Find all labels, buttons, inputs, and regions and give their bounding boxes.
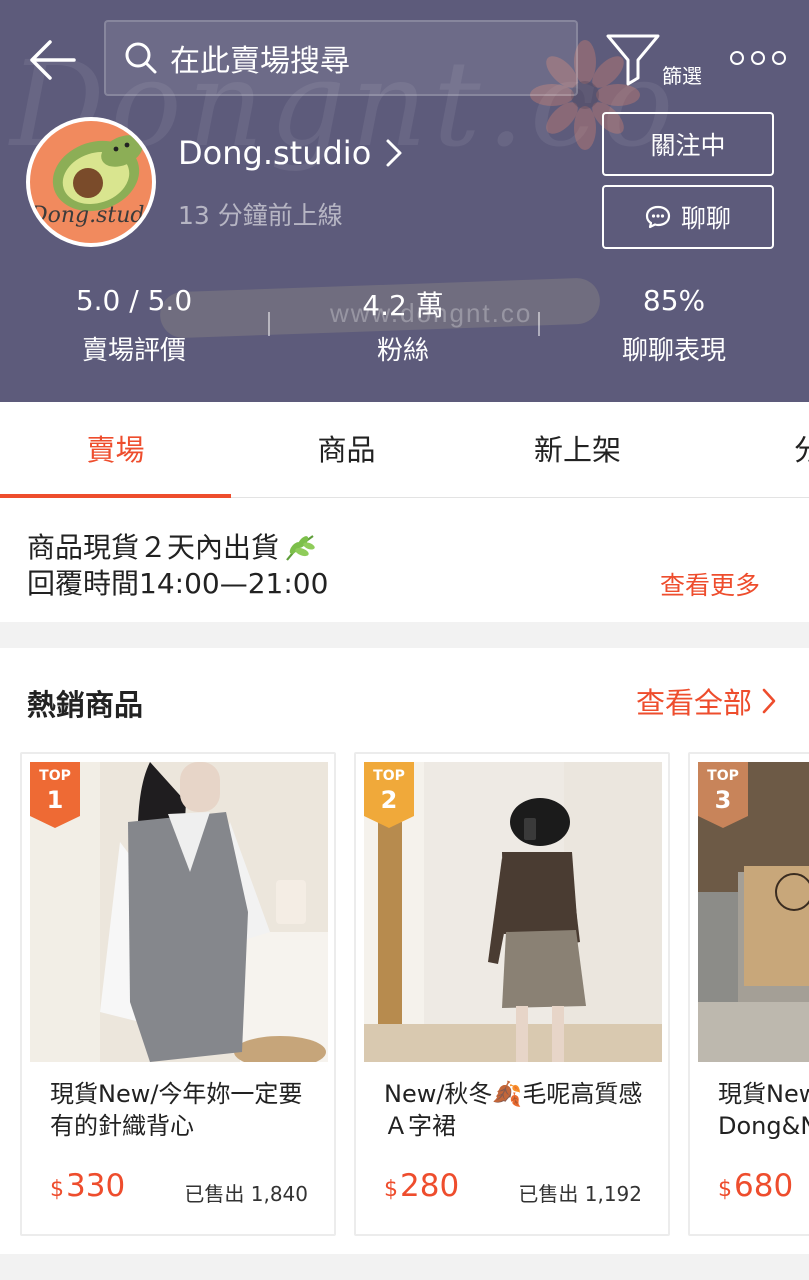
currency-symbol: $ [50, 1177, 64, 1202]
more-dot-icon [730, 51, 744, 65]
following-button[interactable]: 關注中 [602, 112, 774, 176]
rank-number: 1 [46, 786, 64, 814]
top-rank-badge: TOP 3 [698, 762, 748, 828]
stat-value: 85% [642, 284, 706, 317]
product-price: $330 [50, 1168, 125, 1204]
see-all-link[interactable]: 查看全部 [636, 680, 776, 722]
shop-avatar[interactable]: Dong.studio [26, 117, 156, 247]
stat-divider [538, 312, 540, 336]
stat-label: 粉絲 [376, 336, 429, 366]
rank-number: 3 [714, 786, 732, 814]
herb-leaf-icon [286, 535, 315, 561]
hot-products-section: 熱銷商品 查看全部 TOP 1 現貨New/今年妳一定要有的針織背心 $330 … [0, 648, 809, 1254]
tab-products[interactable]: 商品 [231, 402, 462, 498]
notice-line-1: 商品現貨２天內出貨 [27, 526, 317, 566]
stat-rating[interactable]: 5.0 / 5.0 賣場評價 [34, 284, 234, 367]
shop-name-link[interactable]: Dong.studio [178, 134, 403, 172]
tab-categories[interactable]: 分 [693, 402, 809, 498]
product-card[interactable]: TOP 1 現貨New/今年妳一定要有的針織背心 $330 已售出 1,840 [20, 752, 336, 1236]
section-title: 熱銷商品 [27, 688, 144, 722]
chevron-right-icon [762, 688, 776, 714]
stat-followers[interactable]: 4.2 萬 粉絲 [303, 284, 503, 367]
back-arrow-icon [30, 40, 76, 80]
filter-label: 篩選 [662, 64, 702, 88]
notice-text: 商品現貨２天內出貨 [27, 531, 280, 564]
shop-notice: 商品現貨２天內出貨 回覆時間14:00—21:00 查看更多 [0, 498, 809, 622]
shop-search-input[interactable]: 在此賣場搜尋 [104, 20, 578, 96]
sold-count: 已售出 1,192 [518, 1182, 642, 1206]
product-name: 現貨New Dong&N [718, 1080, 809, 1140]
last-online-status: 13 分鐘前上線 [178, 201, 343, 230]
see-all-label: 查看全部 [636, 686, 753, 720]
product-name: 現貨New/今年妳一定要有的針織背心 [50, 1080, 303, 1140]
tab-shop[interactable]: 賣場 [0, 402, 231, 498]
chat-button[interactable]: 聊聊 [602, 185, 774, 249]
shop-tabs: 賣場 商品 新上架 分 [0, 402, 809, 498]
sold-count: 已售出 1,840 [184, 1182, 308, 1206]
product-price: $280 [384, 1168, 459, 1204]
shop-header: Dongnt.co www.dongnt.co 在此賣場搜尋 篩選 Dong.s… [0, 0, 809, 402]
currency-symbol: $ [384, 1177, 398, 1202]
top-label: TOP [39, 768, 71, 784]
stat-chat-performance[interactable]: 85% 聊聊表現 [574, 284, 774, 367]
more-dot-icon [751, 51, 765, 65]
product-name: New/秋冬🍂毛呢高質感Ａ字裙 [384, 1080, 643, 1140]
tab-new-arrivals[interactable]: 新上架 [462, 402, 693, 498]
notice-line-2: 回覆時間14:00—21:00 [27, 567, 329, 600]
search-icon [125, 42, 157, 74]
chevron-right-icon [386, 139, 402, 167]
filter-button[interactable]: 篩選 [604, 30, 714, 88]
chat-bubble-icon [645, 205, 671, 229]
top-label: TOP [373, 768, 405, 784]
price-value: 680 [734, 1168, 794, 1204]
stat-value: 5.0 / 5.0 [75, 284, 193, 317]
back-button[interactable] [22, 30, 82, 90]
stat-label: 賣場評價 [81, 336, 186, 366]
more-dot-icon [772, 51, 786, 65]
more-options-button[interactable] [730, 44, 786, 72]
avatar-logo-text: Dong.studio [30, 203, 156, 228]
top-label: TOP [707, 768, 739, 784]
stat-divider [268, 312, 270, 336]
top-rank-badge: TOP 1 [30, 762, 80, 828]
stat-label: 聊聊表現 [621, 336, 726, 366]
stat-value: 4.2 萬 [362, 289, 444, 322]
price-value: 330 [66, 1168, 126, 1204]
rank-number: 2 [380, 786, 398, 814]
search-placeholder: 在此賣場搜尋 [170, 44, 350, 79]
product-card[interactable]: TOP 2 New/秋冬🍂毛呢高質感Ａ字裙 $280 已售出 1,192 [354, 752, 670, 1236]
product-card[interactable]: TOP 3 現貨New Dong&N $680 [688, 752, 809, 1236]
avocado-logo-icon [52, 135, 143, 212]
filter-icon [606, 34, 660, 86]
currency-symbol: $ [718, 1177, 732, 1202]
product-price: $680 [718, 1168, 793, 1204]
see-more-link[interactable]: 查看更多 [660, 566, 760, 602]
price-value: 280 [400, 1168, 460, 1204]
top-rank-badge: TOP 2 [364, 762, 414, 828]
chat-label: 聊聊 [680, 204, 731, 233]
shop-name: Dong.studio [178, 134, 372, 172]
